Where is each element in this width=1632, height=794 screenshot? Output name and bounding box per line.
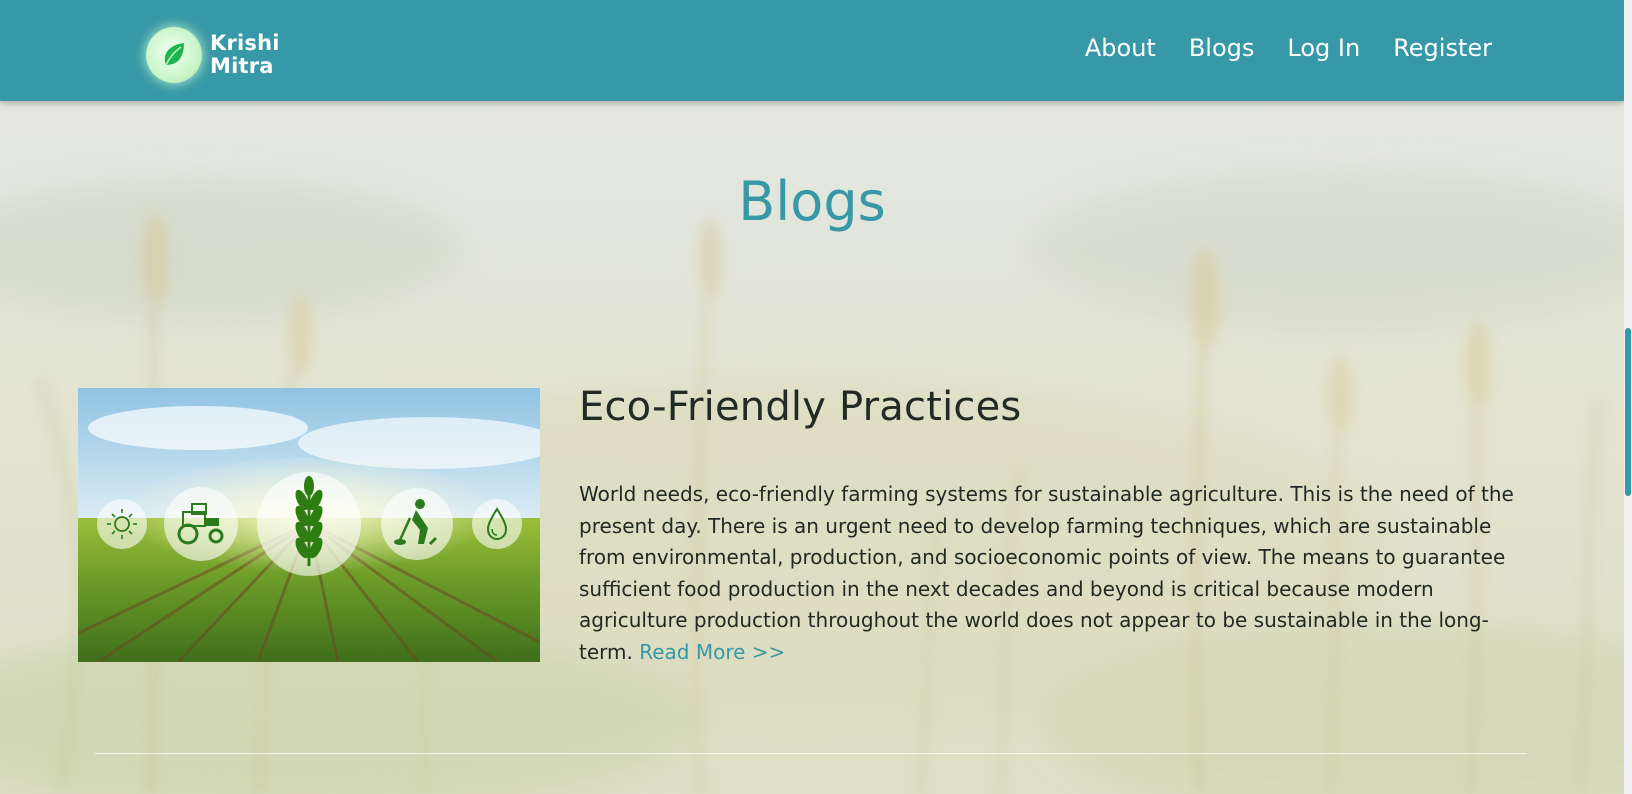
nav-link-about[interactable]: About <box>1085 31 1156 65</box>
blog-post-title: Eco-Friendly Practices <box>579 384 1022 430</box>
leaf-icon <box>146 27 202 83</box>
brand-logo-link[interactable]: Krishi Mitra <box>146 25 280 85</box>
post-divider <box>95 753 1527 754</box>
brand-name: Krishi Mitra <box>210 32 280 78</box>
nav-links: About Blogs Log In Register <box>1052 31 1492 65</box>
top-navbar: Krishi Mitra About Blogs Log In Register <box>0 0 1624 101</box>
brand-name-line1: Krishi <box>210 31 280 55</box>
nav-link-login[interactable]: Log In <box>1287 31 1360 65</box>
scrollbar-thumb[interactable] <box>1625 328 1631 496</box>
blog-post-image <box>78 388 540 662</box>
nav-link-blogs[interactable]: Blogs <box>1189 31 1255 65</box>
nav-link-register[interactable]: Register <box>1393 31 1492 65</box>
water-drop-icon <box>472 499 522 549</box>
blog-post-body: World needs, eco-friendly farming system… <box>579 479 1529 668</box>
tractor-icon <box>164 487 238 561</box>
sun-icon <box>97 499 147 549</box>
wheat-icon <box>257 472 361 576</box>
page-title: Blogs <box>738 170 886 233</box>
brand-name-line2: Mitra <box>210 54 274 78</box>
farmer-icon <box>381 488 453 560</box>
blog-post-text: World needs, eco-friendly farming system… <box>579 482 1514 664</box>
read-more-link[interactable]: Read More >> <box>639 640 785 664</box>
